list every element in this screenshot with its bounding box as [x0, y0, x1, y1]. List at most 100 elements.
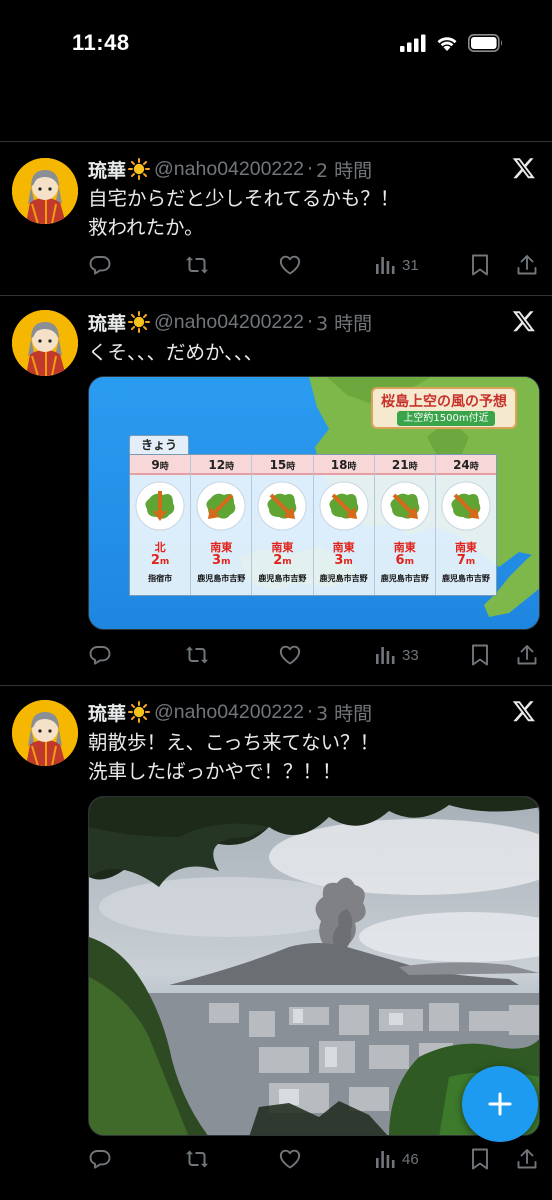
heart-icon	[279, 1149, 301, 1169]
forecast-speed: 3m	[314, 553, 374, 568]
post-time[interactable]: 3 時間	[316, 699, 372, 726]
views-button[interactable]: 46	[374, 1146, 419, 1172]
like-button[interactable]	[278, 252, 302, 278]
retweet-icon	[186, 646, 208, 664]
retweet-icon	[186, 256, 208, 274]
view-count: 31	[402, 256, 419, 274]
forecast-hour: 9	[151, 458, 160, 472]
forecast-speed-unit: m	[159, 557, 170, 567]
forecast-hour-band: 9時	[130, 455, 191, 475]
forecast-title: 桜島上空の風の予想	[381, 394, 507, 410]
forecast-speed-value: 2	[150, 553, 160, 568]
author-name[interactable]: 琉華	[88, 309, 126, 336]
forecast-hour-band: 18時	[313, 455, 374, 475]
cellular-signal-icon	[400, 34, 426, 52]
forecast-hour-unit: 時	[159, 462, 169, 472]
forecast-hour-unit: 時	[408, 462, 418, 472]
bookmark-icon	[472, 254, 488, 276]
bookmark-button[interactable]	[469, 1146, 491, 1172]
post-time[interactable]: 2 時間	[316, 156, 372, 183]
status-icons	[400, 34, 504, 52]
forecast-title-box: 桜島上空の風の予想 上空約1500m付近	[371, 387, 517, 429]
dot-separator: ·	[306, 158, 313, 180]
reply-button[interactable]	[88, 252, 112, 278]
retweet-button[interactable]	[185, 252, 209, 278]
avatar[interactable]	[12, 700, 78, 766]
forecast-column: 18時 南東 3m 鹿児島市吉野	[313, 455, 375, 595]
share-button[interactable]	[515, 642, 539, 668]
forecast-day-tab: きょう	[129, 435, 189, 455]
post-time[interactable]: 3 時間	[316, 309, 372, 336]
reply-button[interactable]	[88, 642, 112, 668]
wind-arrow-icon	[135, 481, 185, 531]
author-handle[interactable]: @naho04200222	[154, 701, 304, 724]
wind-arrow-icon	[441, 481, 491, 531]
retweet-button[interactable]	[185, 642, 209, 668]
tweet-actions: 31	[88, 252, 540, 278]
forecast-speed: 6m	[375, 553, 435, 568]
view-count: 46	[402, 1150, 419, 1168]
forecast-hour: 21	[391, 458, 409, 472]
forecast-place: 鹿児島市吉野	[197, 574, 246, 583]
tweet-media-forecast[interactable]: 桜島上空の風の予想 上空約1500m付近 きょう 9時 北 2m 指宿市 12時…	[88, 376, 540, 630]
tweet[interactable]: 琉華 @naho04200222 · 3 時間 くそ、、、だめか、、、 桜島上空…	[0, 296, 552, 685]
tweet-text: 自宅からだと少しそれてるかも？！ 救われたか。	[88, 184, 528, 242]
forecast-hour-band: 12時	[191, 455, 252, 475]
reply-button[interactable]	[88, 1146, 112, 1172]
share-button[interactable]	[515, 1146, 539, 1172]
author-handle[interactable]: @naho04200222	[154, 311, 304, 334]
avatar[interactable]	[12, 158, 78, 224]
forecast-speed-unit: m	[282, 557, 292, 567]
views-icon	[376, 257, 395, 274]
forecast-subtitle: 上空約1500m付近	[397, 411, 495, 426]
forecast-column: 9時 北 2m 指宿市	[130, 455, 192, 595]
forecast-hour: 24	[453, 458, 470, 472]
forecast-columns: 9時 北 2m 指宿市 12時 南東 3m 鹿児島市吉野 15時 南東 2m 鹿…	[130, 455, 497, 595]
tweet-actions: 46	[88, 1146, 540, 1172]
retweet-icon	[186, 1150, 208, 1168]
sun-emoji-icon	[128, 701, 151, 723]
forecast-column: 24時 南東 7m 鹿児島市吉野	[435, 455, 497, 595]
x-logo-icon	[512, 158, 535, 179]
tweet-text-line: 自宅からだと少しそれてるかも？！	[88, 187, 400, 210]
views-icon	[376, 647, 395, 664]
share-button[interactable]	[515, 252, 539, 278]
views-button[interactable]: 33	[374, 642, 419, 668]
tweet-text-line: 救われたか。	[88, 216, 204, 239]
author-name[interactable]: 琉華	[88, 699, 126, 726]
dot-separator: ·	[306, 701, 313, 723]
heart-icon	[279, 645, 301, 665]
forecast-hour-band: 24時	[435, 455, 497, 475]
forecast-hour: 12	[208, 458, 226, 472]
author-handle[interactable]: @naho04200222	[154, 158, 304, 181]
bookmark-button[interactable]	[469, 252, 491, 278]
forecast-hour-unit: 時	[286, 462, 296, 472]
retweet-button[interactable]	[185, 1146, 209, 1172]
forecast-speed-value: 2	[273, 553, 283, 568]
tweet[interactable]: 琉華 @naho04200222 · 2 時間 自宅からだと少しそれてるかも？！…	[0, 142, 552, 295]
avatar[interactable]	[12, 310, 78, 376]
views-button[interactable]: 31	[374, 252, 419, 278]
forecast-speed: 2m	[130, 553, 190, 568]
x-logo-icon	[512, 701, 535, 722]
forecast-speed-value: 3	[212, 553, 222, 568]
compose-button[interactable]	[462, 1066, 538, 1142]
like-button[interactable]	[278, 642, 302, 668]
wind-arrow-icon	[319, 481, 369, 531]
wind-arrow-icon	[196, 481, 246, 531]
forecast-hour: 15	[269, 458, 287, 472]
wind-arrow-icon	[257, 481, 307, 531]
bookmark-button[interactable]	[469, 642, 491, 668]
reply-icon	[89, 256, 111, 275]
forecast-place: 鹿児島市吉野	[380, 574, 429, 583]
like-button[interactable]	[278, 1146, 302, 1172]
forecast-column: 15時 南東 2m 鹿児島市吉野	[252, 455, 314, 595]
bookmark-icon	[472, 644, 488, 666]
forecast-speed-unit: m	[221, 557, 231, 567]
sun-emoji-icon	[128, 158, 151, 180]
plus-icon	[488, 1092, 512, 1116]
author-name[interactable]: 琉華	[88, 156, 126, 183]
heart-icon	[279, 255, 301, 275]
forecast-speed: 7m	[436, 553, 496, 568]
forecast-speed-value: 7	[456, 553, 466, 568]
